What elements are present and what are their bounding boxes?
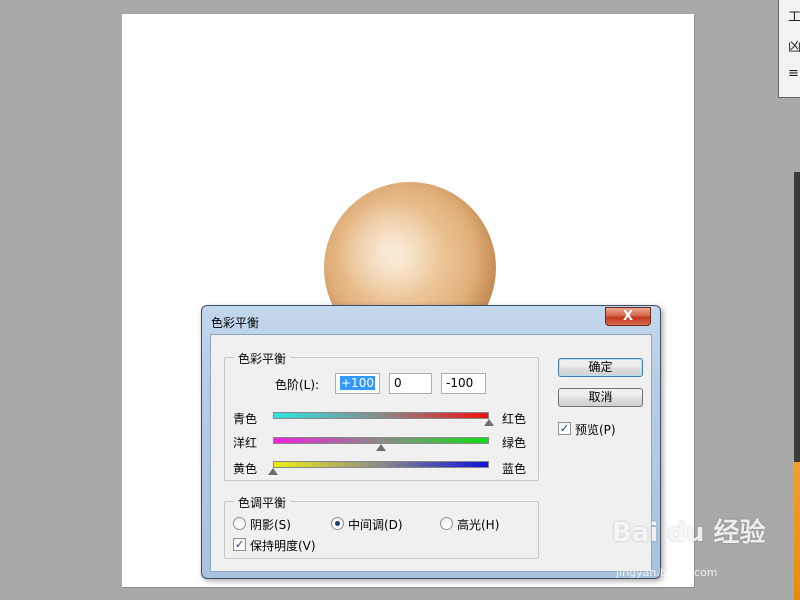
preview-label[interactable]: 预览(P) <box>575 421 616 438</box>
radio-label-highlights[interactable]: 高光(H) <box>457 516 499 533</box>
dialog-title: 色彩平衡 <box>211 316 260 330</box>
slider-track-cyan-red[interactable] <box>273 412 489 419</box>
radio-label-shadows[interactable]: 阴影(S) <box>250 516 291 533</box>
preview-checkbox[interactable]: ✓ <box>558 422 571 435</box>
slider-handle-magenta-green[interactable] <box>376 444 386 451</box>
watermark-url: jingyan.baidu.com <box>616 566 718 579</box>
panel-edge-accent <box>794 462 800 600</box>
preserve-luminosity-checkbox[interactable]: ✓ <box>233 538 246 551</box>
radio-label-midtones[interactable]: 中间调(D) <box>348 516 403 533</box>
level-input-cyan-red[interactable]: +100 <box>335 373 380 394</box>
slider-label-blue: 蓝色 <box>502 462 527 476</box>
slider-label-magenta: 洋红 <box>233 436 258 450</box>
radio-shadows[interactable] <box>233 517 246 530</box>
tools-panel: 工 凶 ≡ <box>778 0 800 98</box>
level-input-magenta-green[interactable]: 0 <box>389 373 432 394</box>
slider-track-yellow-blue[interactable] <box>273 461 489 468</box>
slider-label-red: 红色 <box>502 412 527 426</box>
group-label: 色彩平衡 <box>234 350 291 367</box>
close-button[interactable]: X <box>605 307 651 326</box>
tool-icon[interactable]: 凶 <box>788 36 800 55</box>
tool-icon[interactable]: 工 <box>788 6 800 25</box>
group-label: 色调平衡 <box>234 494 291 511</box>
tone-balance-group: 色调平衡 阴影(S) 中间调(D) 高光(H) ✓ 保持明度(V) <box>224 494 539 559</box>
watermark-logo: Bai du 经验 <box>612 518 766 548</box>
cancel-button[interactable]: 取消 <box>558 388 643 407</box>
tool-icon[interactable]: ≡ <box>788 66 799 81</box>
level-input-yellow-blue[interactable]: -100 <box>441 373 486 394</box>
slider-handle-cyan-red[interactable] <box>484 419 494 426</box>
color-balance-group: 色彩平衡 色阶(L): +100 0 -100 青色 红色 洋红 绿色 黄色 蓝… <box>224 350 539 481</box>
radio-highlights[interactable] <box>440 517 453 530</box>
ok-button[interactable]: 确定 <box>558 358 643 377</box>
dialog-body: 色彩平衡 色阶(L): +100 0 -100 青色 红色 洋红 绿色 黄色 蓝… <box>210 334 652 572</box>
slider-label-yellow: 黄色 <box>233 462 258 476</box>
levels-label: 色阶(L): <box>275 378 320 392</box>
slider-handle-yellow-blue[interactable] <box>268 468 278 475</box>
radio-midtones[interactable] <box>331 517 344 530</box>
slider-label-green: 绿色 <box>502 436 527 450</box>
color-balance-dialog: 色彩平衡 X 色彩平衡 色阶(L): +100 0 -100 青色 红色 洋红 … <box>201 305 661 579</box>
preserve-luminosity-label[interactable]: 保持明度(V) <box>250 537 316 554</box>
slider-track-magenta-green[interactable] <box>273 437 489 444</box>
slider-label-cyan: 青色 <box>233 412 258 426</box>
panel-edge <box>794 172 800 462</box>
